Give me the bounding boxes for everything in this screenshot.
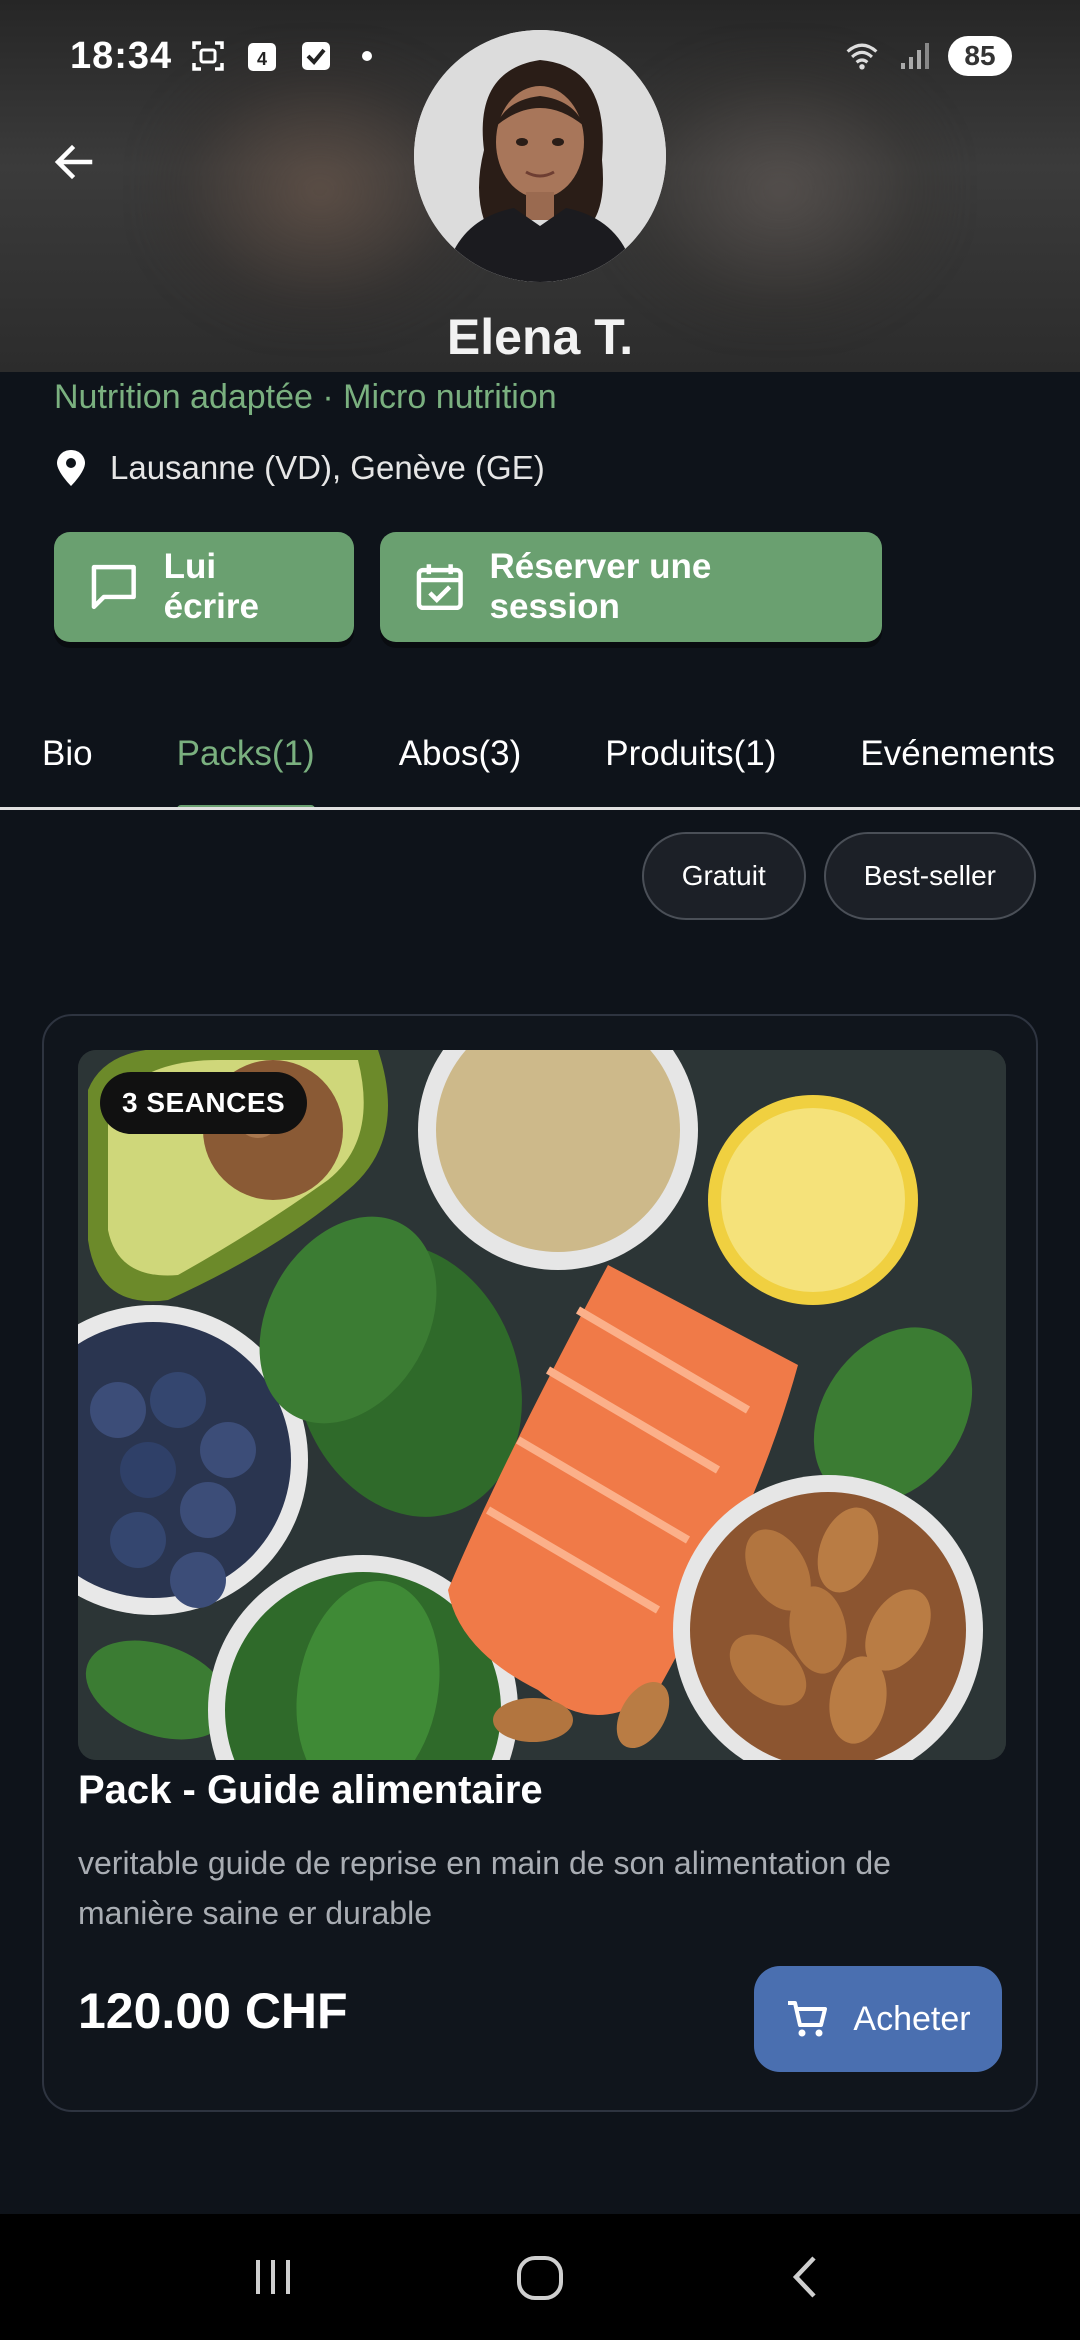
- write-message-button[interactable]: Lui écrire: [54, 532, 354, 642]
- cart-icon: [788, 2001, 828, 2037]
- tab-packs[interactable]: Packs(1): [176, 700, 315, 807]
- recent-apps-icon: [256, 2260, 291, 2294]
- coach-location: Lausanne (VD), Genève (GE): [54, 448, 545, 488]
- food-photo-illustration: [78, 1050, 1006, 1760]
- filter-free-chip[interactable]: Gratuit: [641, 832, 806, 920]
- book-session-button[interactable]: Réserver une session: [380, 532, 882, 642]
- avatar-portrait: [414, 30, 666, 282]
- back-button[interactable]: [44, 132, 104, 192]
- system-back-button[interactable]: [767, 2237, 847, 2317]
- arrow-left-icon: [54, 144, 93, 180]
- filter-chips: Gratuit Best-seller: [641, 832, 1036, 920]
- tab-produits[interactable]: Produits(1): [605, 700, 776, 807]
- tab-abos[interactable]: Abos(3): [399, 700, 522, 807]
- wifi-icon: [844, 38, 880, 74]
- map-pin-icon: [57, 450, 85, 486]
- coach-name: Elena T.: [446, 309, 634, 365]
- action-buttons: Lui écrire Réserver une session: [54, 532, 882, 642]
- pack-card[interactable]: 3 SEANCES Pack - Guide alimentaire verit…: [42, 1014, 1038, 2112]
- location-text: Lausanne (VD), Genève (GE): [110, 449, 545, 486]
- calendar-day: 4: [257, 49, 267, 69]
- signal-icon: [896, 38, 932, 74]
- profile-header: 18:34 4 85 Elena T.: [0, 0, 1080, 372]
- buy-button[interactable]: Acheter: [754, 1966, 1002, 2072]
- system-navigation-bar: [0, 2214, 1080, 2340]
- avatar: [414, 30, 666, 282]
- checkbox-notification-icon: [298, 38, 334, 74]
- chat-bubble-icon: [91, 564, 136, 610]
- filter-bestseller-chip[interactable]: Best-seller: [823, 832, 1036, 920]
- book-session-label: Réserver une session: [489, 547, 712, 626]
- buy-label: Acheter: [853, 1999, 971, 2038]
- notification-dot-icon: [362, 51, 373, 61]
- screenshot-icon: [190, 38, 226, 74]
- status-left: 18:34 4: [70, 34, 373, 78]
- pack-image: 3 SEANCES: [78, 1050, 1006, 1760]
- pack-title: Pack - Guide alimentaire: [78, 1768, 543, 1812]
- tab-evenements[interactable]: Evénements: [860, 700, 1055, 807]
- sessions-badge: 3 SEANCES: [100, 1072, 308, 1134]
- screen: 18:34 4 85 Elena T. Nutrition adaptée · …: [0, 0, 1080, 2340]
- tab-bio[interactable]: Bio: [42, 700, 93, 807]
- pack-price: 120.00 CHF: [78, 1983, 348, 2039]
- recent-apps-button[interactable]: [233, 2237, 313, 2317]
- calendar-notification-icon: 4: [244, 38, 280, 74]
- write-message-label: Lui écrire: [163, 547, 259, 626]
- chevron-left-icon: [792, 2256, 816, 2298]
- battery-level: 85: [948, 36, 1012, 76]
- profile-tabs: Bio Packs(1) Abos(3) Produits(1) Evéneme…: [0, 700, 1080, 810]
- status-right: 85: [844, 36, 1012, 76]
- home-icon: [516, 2256, 563, 2300]
- coach-specialties: Nutrition adaptée · Micro nutrition: [54, 378, 557, 416]
- home-button[interactable]: [500, 2237, 580, 2317]
- status-time: 18:34: [70, 34, 173, 77]
- calendar-check-icon: [416, 564, 463, 611]
- pack-description: veritable guide de reprise en main de so…: [78, 1845, 891, 1931]
